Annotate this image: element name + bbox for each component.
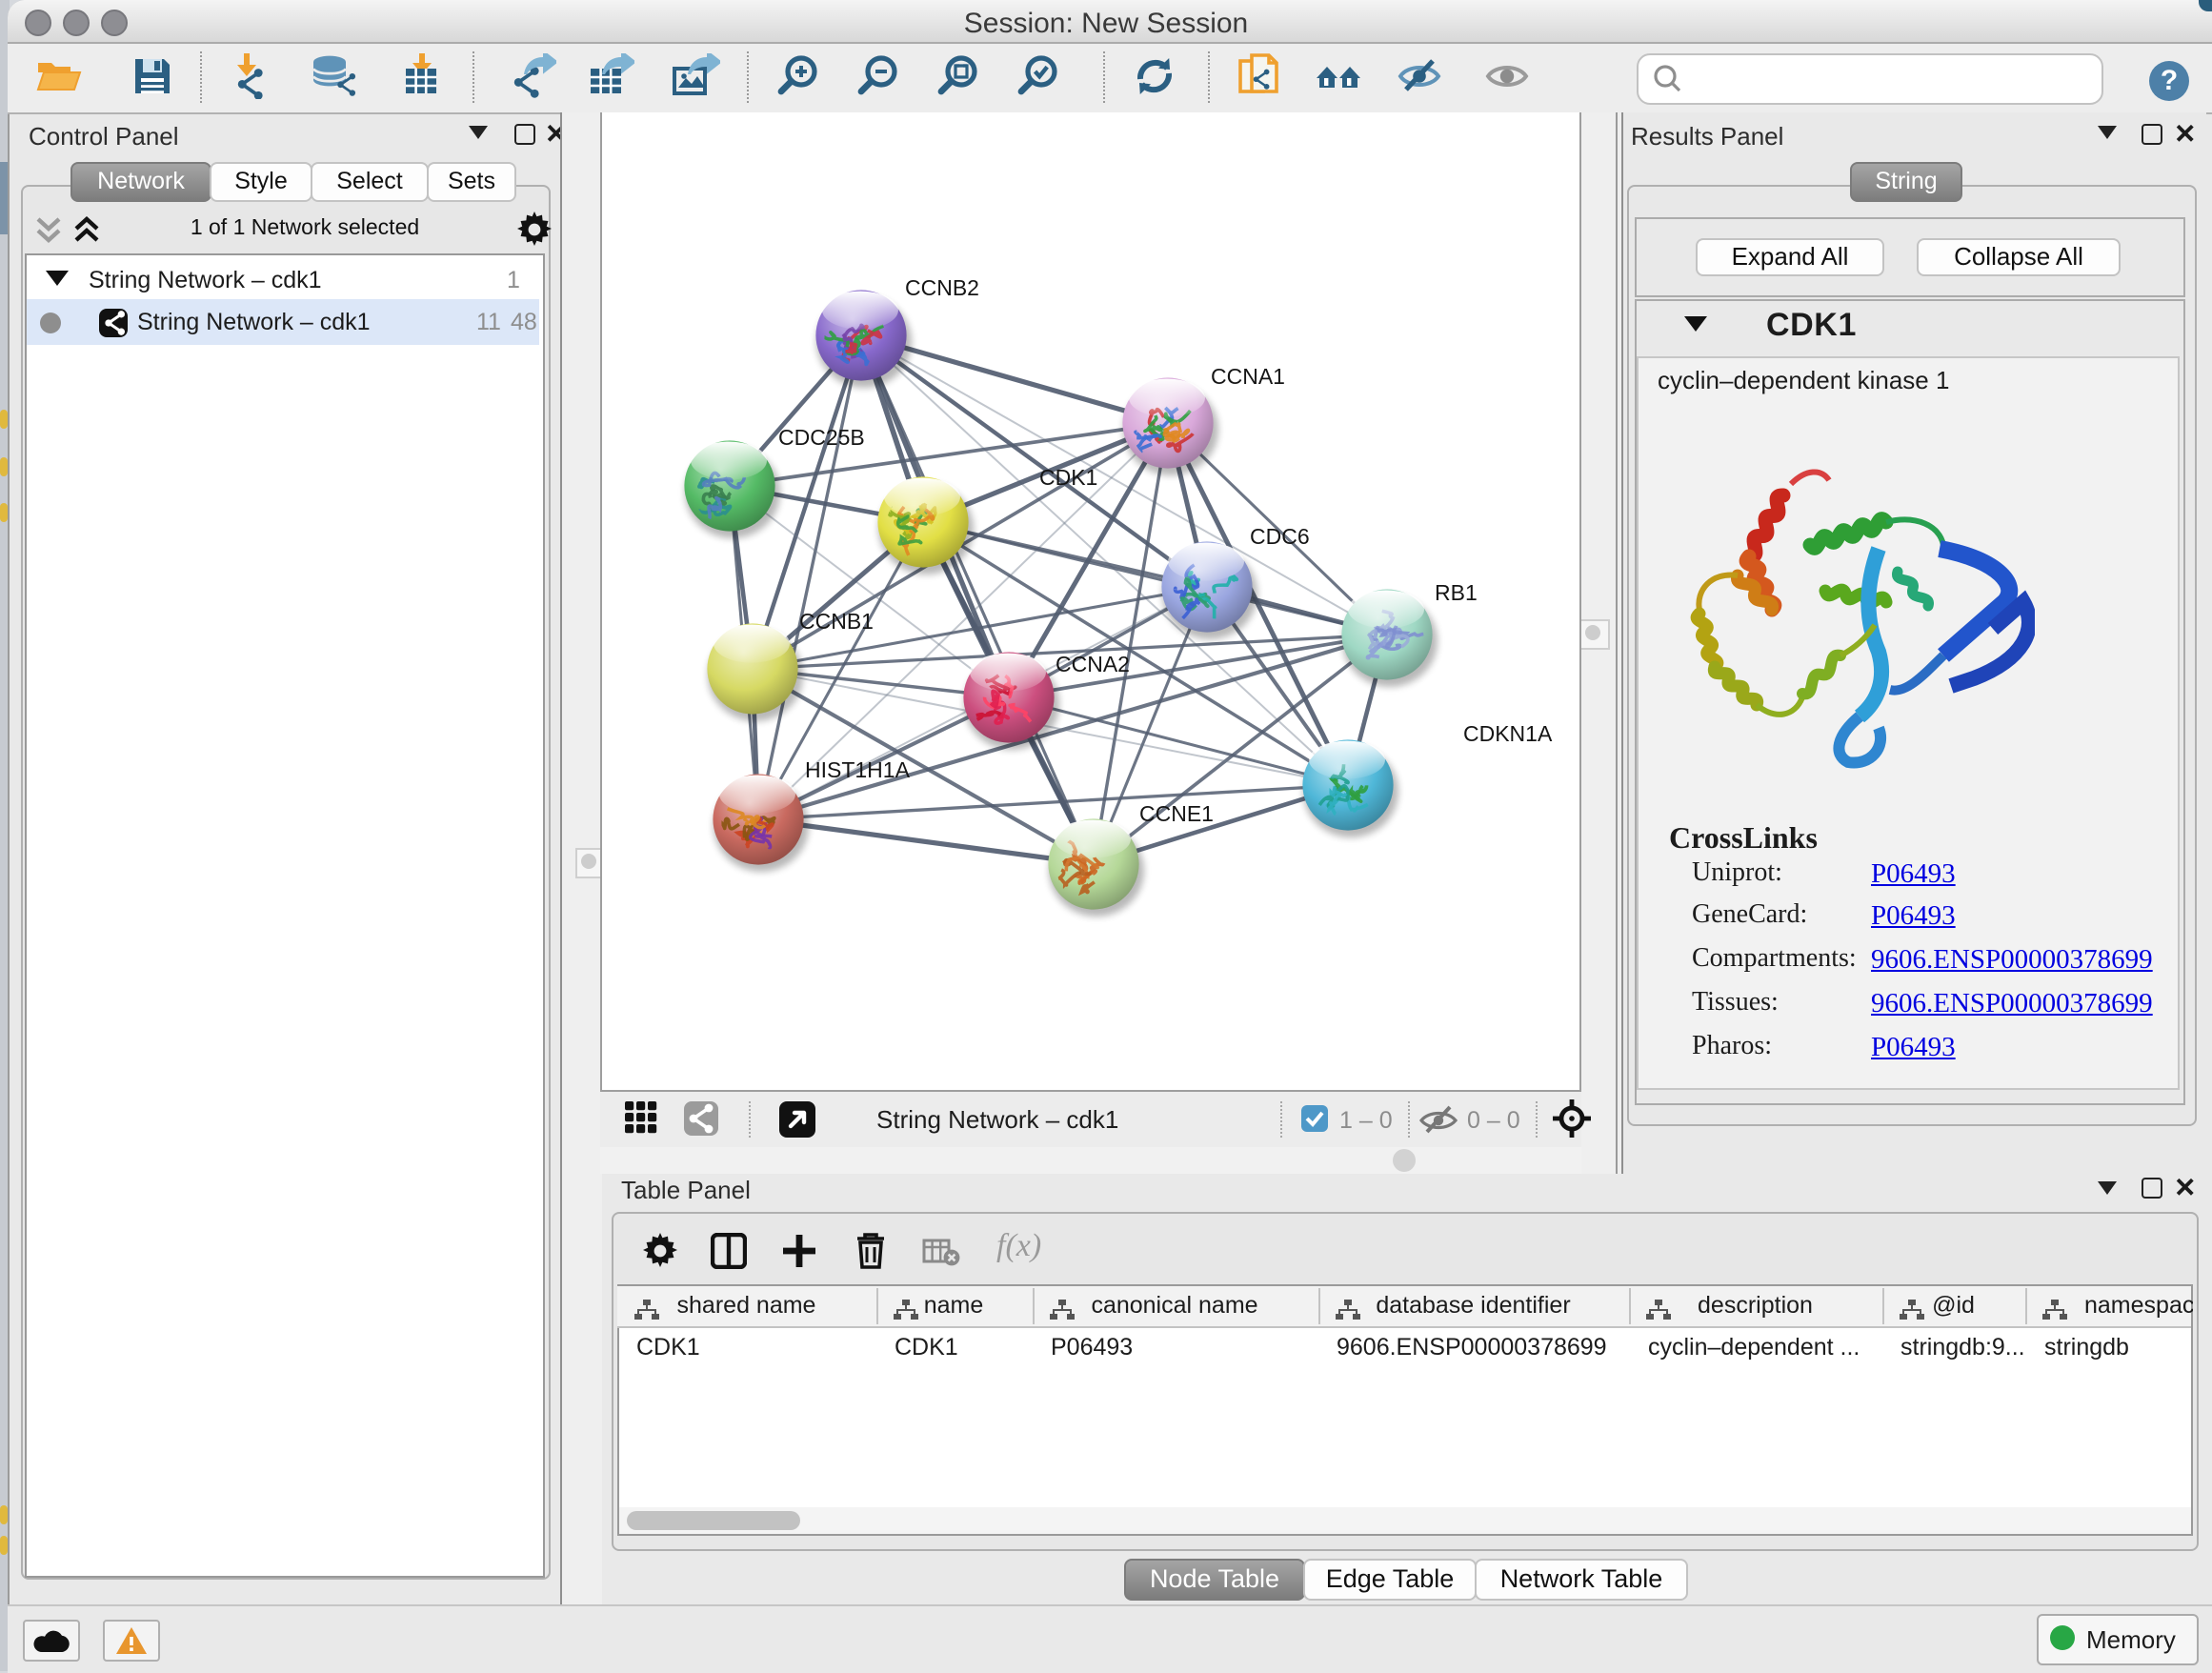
- svg-text:CDK1: CDK1: [1039, 465, 1097, 490]
- svg-text:RB1: RB1: [1435, 580, 1478, 605]
- svg-text:CCNB1: CCNB1: [799, 609, 874, 634]
- svg-text:CDKN1A: CDKN1A: [1463, 721, 1553, 746]
- svg-text:CCNE1: CCNE1: [1139, 801, 1214, 826]
- svg-text:CDC25B: CDC25B: [778, 425, 865, 450]
- svg-text:CCNA1: CCNA1: [1211, 364, 1285, 389]
- svg-text:CCNA2: CCNA2: [1056, 652, 1130, 676]
- svg-text:CDC6: CDC6: [1250, 524, 1310, 549]
- svg-text:HIST1H1A: HIST1H1A: [805, 757, 911, 782]
- svg-text:CCNB2: CCNB2: [905, 275, 979, 300]
